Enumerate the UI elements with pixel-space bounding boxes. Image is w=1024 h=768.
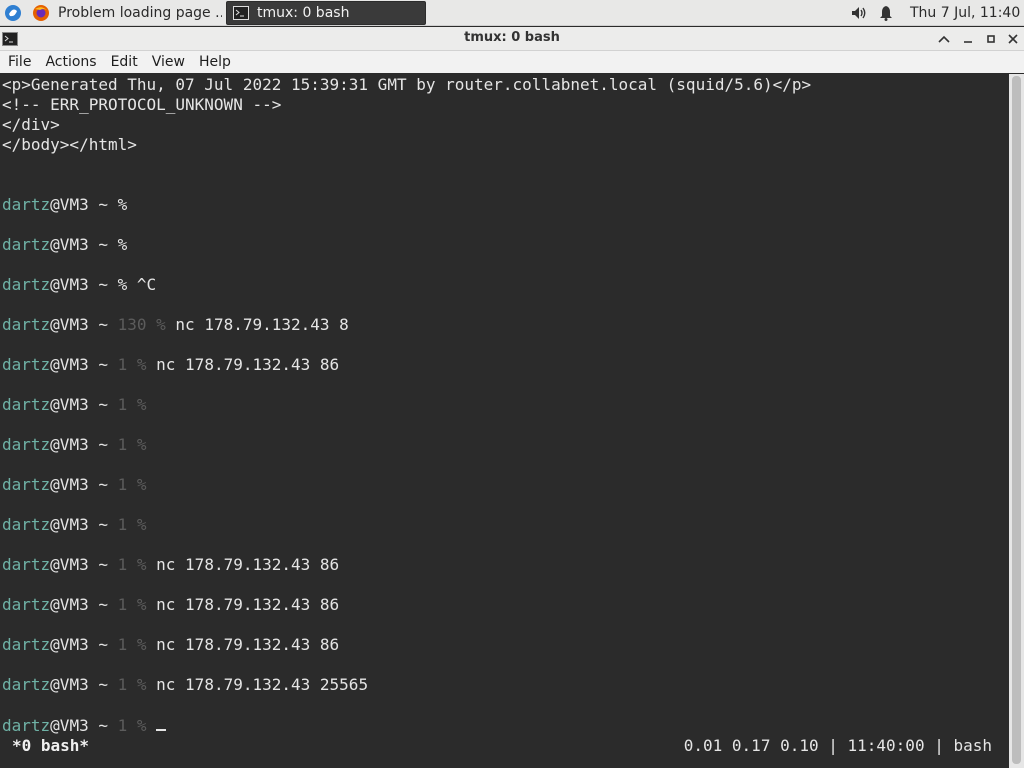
command-text: nc 178.79.132.43 86 <box>146 355 340 374</box>
window-title: tmux: 0 bash <box>464 30 560 45</box>
prompt-host: @VM3 ~ <box>50 555 118 574</box>
top-panel: Problem loading page ... tmux: 0 bash Th… <box>0 0 1024 26</box>
tmux-status-right: 0.01 0.17 0.10 | 11:40:00 | bash <box>683 736 992 755</box>
clock[interactable]: Thu 7 Jul, 11:40 <box>910 3 1020 23</box>
prompt-line: dartz@VM3 ~ 1 % <box>2 435 147 455</box>
exit-status: 1 % <box>117 475 147 494</box>
taskbar-item-firefox[interactable]: Problem loading page ... <box>26 1 222 25</box>
text-cursor <box>156 715 167 731</box>
prompt-line: dartz@VM3 ~ 1 % nc 178.79.132.43 86 <box>2 595 339 615</box>
exit-status: 1 % <box>117 355 147 374</box>
prompt-user: dartz <box>2 635 51 654</box>
prompt-user: dartz <box>2 395 51 414</box>
taskbar-item-label: tmux: 0 bash <box>257 5 350 21</box>
command-text: nc 178.79.132.43 86 <box>146 555 340 574</box>
prompt-line: dartz@VM3 ~ 1 % <box>2 515 147 535</box>
command-text: nc 178.79.132.43 86 <box>146 635 340 654</box>
volume-icon[interactable] <box>850 3 868 23</box>
taskbar-item-label: Problem loading page ... <box>58 5 222 21</box>
terminal-area[interactable] <box>0 74 1009 768</box>
exit-status: 1 % <box>117 555 147 574</box>
prompt-host: @VM3 ~ <box>50 315 118 334</box>
close-button[interactable] <box>1005 31 1021 47</box>
prompt-host: @VM3 ~ <box>50 475 118 494</box>
prompt-user: dartz <box>2 315 51 334</box>
exit-status: 1 % <box>117 515 147 534</box>
notifications-bell-icon[interactable] <box>878 3 894 23</box>
exit-status: 1 % <box>117 435 147 454</box>
prompt-line: dartz@VM3 ~ 130 % nc 178.79.132.43 8 <box>2 315 349 335</box>
terminal-line: <p>Generated Thu, 07 Jul 2022 15:39:31 G… <box>2 75 812 94</box>
menu-help[interactable]: Help <box>191 54 237 70</box>
prompt-line: dartz@VM3 ~ 1 % nc 178.79.132.43 25565 <box>2 675 368 695</box>
prompt-line: dartz@VM3 ~ 1 % nc 178.79.132.43 86 <box>2 355 339 375</box>
exit-status: 130 % <box>117 315 166 334</box>
command-text: nc 178.79.132.43 86 <box>146 595 340 614</box>
menu-bar: File Actions Edit View Help <box>0 51 1024 73</box>
exit-status: 1 % <box>117 635 147 654</box>
prompt-line: dartz@VM3 ~ 1 % <box>2 475 147 495</box>
command-text: % <box>117 235 128 254</box>
tmux-window-label: *0 bash* <box>12 736 90 755</box>
prompt-host: @VM3 ~ <box>50 395 118 414</box>
menu-edit[interactable]: Edit <box>103 54 144 70</box>
command-text <box>147 716 157 735</box>
menu-file[interactable]: File <box>0 54 37 70</box>
exit-status: 1 % <box>117 675 147 694</box>
prompt-host: @VM3 ~ <box>50 235 118 254</box>
command-text: nc 178.79.132.43 8 <box>165 315 349 334</box>
prompt-user: dartz <box>2 235 51 254</box>
prompt-user: dartz <box>2 435 51 454</box>
prompt-line: dartz@VM3 ~ % ^C <box>2 275 156 295</box>
prompt-user: dartz <box>2 475 51 494</box>
prompt-user: dartz <box>2 195 51 214</box>
exit-status: 1 % <box>117 595 147 614</box>
minimize-button[interactable] <box>960 31 976 47</box>
exit-status: 1 % <box>117 716 147 735</box>
prompt-line: dartz@VM3 ~ 1 % nc 178.79.132.43 86 <box>2 635 339 655</box>
prompt-host: @VM3 ~ <box>50 635 118 654</box>
terminal-icon <box>233 6 249 20</box>
prompt-user: dartz <box>2 515 51 534</box>
exit-status: 1 % <box>117 395 147 414</box>
prompt-line: dartz@VM3 ~ % <box>2 195 127 215</box>
prompt-user: dartz <box>2 675 51 694</box>
terminal-line: <!-- ERR_PROTOCOL_UNKNOWN --> <box>2 95 282 114</box>
prompt-user: dartz <box>2 595 51 614</box>
window-titlebar[interactable]: tmux: 0 bash <box>0 27 1024 51</box>
prompt-host: @VM3 ~ <box>50 195 118 214</box>
terminal-line: </div> <box>2 115 60 134</box>
prompt-line: dartz@VM3 ~ 1 % <box>2 715 167 735</box>
scrollbar-thumb[interactable] <box>1012 76 1021 764</box>
prompt-host: @VM3 ~ <box>50 515 118 534</box>
command-text: nc 178.79.132.43 25565 <box>146 675 369 694</box>
menu-view[interactable]: View <box>144 54 191 70</box>
prompt-line: dartz@VM3 ~ 1 % nc 178.79.132.43 86 <box>2 555 339 575</box>
prompt-user: dartz <box>2 716 51 735</box>
prompt-line: dartz@VM3 ~ % <box>2 235 127 255</box>
command-text: % ^C <box>117 275 157 294</box>
prompt-host: @VM3 ~ <box>50 355 118 374</box>
menu-actions[interactable]: Actions <box>37 54 102 70</box>
maximize-button[interactable] <box>983 31 999 47</box>
shade-button[interactable] <box>936 31 952 47</box>
terminal-line: </body></html> <box>2 135 137 154</box>
prompt-user: dartz <box>2 555 51 574</box>
prompt-host: @VM3 ~ <box>50 675 118 694</box>
prompt-host: @VM3 ~ <box>50 275 118 294</box>
prompt-host: @VM3 ~ <box>50 435 118 454</box>
command-text: % <box>117 195 128 214</box>
prompt-user: dartz <box>2 275 51 294</box>
taskbar-item-terminal[interactable]: tmux: 0 bash <box>226 1 426 25</box>
prompt-host: @VM3 ~ <box>50 716 118 735</box>
prompt-user: dartz <box>2 355 51 374</box>
terminal-scrollbar[interactable] <box>1009 74 1024 768</box>
prompt-line: dartz@VM3 ~ 1 % <box>2 395 147 415</box>
prompt-host: @VM3 ~ <box>50 595 118 614</box>
app-menu-icon[interactable] <box>4 3 22 23</box>
firefox-icon <box>32 4 50 22</box>
